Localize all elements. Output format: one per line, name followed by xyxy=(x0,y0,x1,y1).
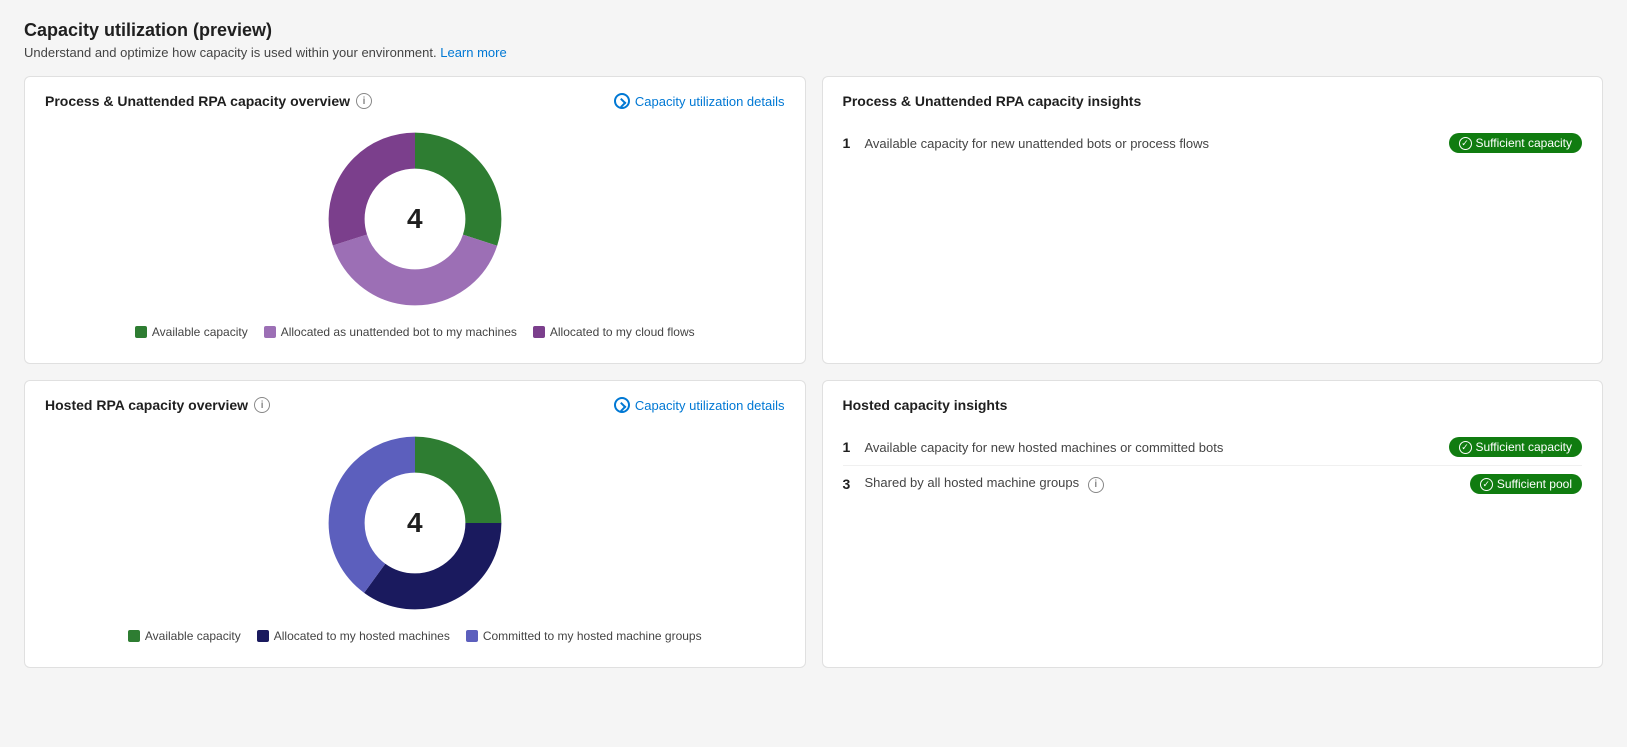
process-overview-title: Process & Unattended RPA capacity overvi… xyxy=(45,93,350,109)
hosted-insight-badge-label-2: Sufficient pool xyxy=(1497,477,1572,491)
hosted-overview-title: Hosted RPA capacity overview xyxy=(45,397,248,413)
process-insight-badge-1: ✓ Sufficient capacity xyxy=(1449,133,1583,153)
process-overview-donut: 4 xyxy=(325,129,505,309)
hosted-insight-row-2: 3 Shared by all hosted machine groups i … xyxy=(843,466,1583,502)
process-insight-badge-label-1: Sufficient capacity xyxy=(1476,136,1573,150)
hosted-badge-check-icon-2: ✓ xyxy=(1480,478,1493,491)
page-title: Capacity utilization (preview) xyxy=(24,20,1603,41)
legend-dot-unattended xyxy=(264,326,276,338)
hosted-overview-center-value: 4 xyxy=(407,507,423,539)
process-overview-legend: Available capacity Allocated as unattend… xyxy=(135,325,695,339)
hosted-overview-header: Hosted RPA capacity overview i Capacity … xyxy=(45,397,785,413)
hosted-insight-left-2: 3 Shared by all hosted machine groups i xyxy=(843,475,1104,493)
process-overview-details-link[interactable]: Capacity utilization details xyxy=(614,93,785,109)
hosted-insights-card: Hosted capacity insights 1 Available cap… xyxy=(822,380,1604,668)
hosted-legend-dot-machines xyxy=(257,630,269,642)
page-subtitle: Understand and optimize how capacity is … xyxy=(24,45,1603,60)
hosted-overview-legend: Available capacity Allocated to my hoste… xyxy=(128,629,702,643)
process-insights-card: Process & Unattended RPA capacity insigh… xyxy=(822,76,1604,364)
legend-item-unattended: Allocated as unattended bot to my machin… xyxy=(264,325,517,339)
hosted-overview-info-icon[interactable]: i xyxy=(254,397,270,413)
main-grid: Process & Unattended RPA capacity overvi… xyxy=(24,76,1603,668)
process-overview-details-label: Capacity utilization details xyxy=(635,94,785,109)
capacity-link-icon xyxy=(614,93,630,109)
hosted-overview-title-group: Hosted RPA capacity overview i xyxy=(45,397,270,413)
hosted-badge-check-icon-1: ✓ xyxy=(1459,441,1472,454)
legend-label-unattended: Allocated as unattended bot to my machin… xyxy=(281,325,517,339)
subtitle-text: Understand and optimize how capacity is … xyxy=(24,45,437,60)
hosted-overview-donut: 4 xyxy=(325,433,505,613)
learn-more-link[interactable]: Learn more xyxy=(440,45,506,60)
legend-item-available: Available capacity xyxy=(135,325,248,339)
hosted-insight-text-1: Available capacity for new hosted machin… xyxy=(865,440,1224,455)
legend-item-cloud: Allocated to my cloud flows xyxy=(533,325,695,339)
process-overview-header: Process & Unattended RPA capacity overvi… xyxy=(45,93,785,109)
hosted-insight-text-2: Shared by all hosted machine groups i xyxy=(865,475,1104,493)
process-insights-title: Process & Unattended RPA capacity insigh… xyxy=(843,93,1583,109)
process-overview-chart-container: 4 Available capacity Allocated as unatte… xyxy=(45,121,785,347)
hosted-overview-details-link[interactable]: Capacity utilization details xyxy=(614,397,785,413)
hosted-legend-dot-groups xyxy=(466,630,478,642)
legend-label-cloud: Allocated to my cloud flows xyxy=(550,325,695,339)
hosted-insight-badge-label-1: Sufficient capacity xyxy=(1476,440,1573,454)
legend-dot-cloud xyxy=(533,326,545,338)
hosted-overview-details-label: Capacity utilization details xyxy=(635,398,785,413)
hosted-capacity-link-icon xyxy=(614,397,630,413)
hosted-legend-item-machines: Allocated to my hosted machines xyxy=(257,629,450,643)
hosted-insight-number-1: 1 xyxy=(843,439,857,455)
process-overview-info-icon[interactable]: i xyxy=(356,93,372,109)
process-overview-card: Process & Unattended RPA capacity overvi… xyxy=(24,76,806,364)
hosted-legend-label-machines: Allocated to my hosted machines xyxy=(274,629,450,643)
hosted-legend-dot-available xyxy=(128,630,140,642)
process-insight-number-1: 1 xyxy=(843,135,857,151)
hosted-legend-item-groups: Committed to my hosted machine groups xyxy=(466,629,702,643)
process-insight-row-1: 1 Available capacity for new unattended … xyxy=(843,125,1583,161)
hosted-insights-title: Hosted capacity insights xyxy=(843,397,1583,413)
hosted-insight-badge-1: ✓ Sufficient capacity xyxy=(1449,437,1583,457)
hosted-legend-label-available: Available capacity xyxy=(145,629,241,643)
process-overview-center-value: 4 xyxy=(407,203,423,235)
process-overview-title-group: Process & Unattended RPA capacity overvi… xyxy=(45,93,372,109)
process-insight-text-1: Available capacity for new unattended bo… xyxy=(865,136,1209,151)
legend-dot-available xyxy=(135,326,147,338)
process-insight-left-1: 1 Available capacity for new unattended … xyxy=(843,135,1209,151)
hosted-insight-row-1: 1 Available capacity for new hosted mach… xyxy=(843,429,1583,466)
page-header: Capacity utilization (preview) Understan… xyxy=(24,20,1603,60)
badge-check-icon-1: ✓ xyxy=(1459,137,1472,150)
hosted-overview-card: Hosted RPA capacity overview i Capacity … xyxy=(24,380,806,668)
hosted-insight-info-icon-2[interactable]: i xyxy=(1088,477,1104,493)
hosted-insight-left-1: 1 Available capacity for new hosted mach… xyxy=(843,439,1224,455)
hosted-legend-item-available: Available capacity xyxy=(128,629,241,643)
hosted-overview-chart-container: 4 Available capacity Allocated to my hos… xyxy=(45,425,785,651)
legend-label-available: Available capacity xyxy=(152,325,248,339)
hosted-insight-badge-2: ✓ Sufficient pool xyxy=(1470,474,1582,494)
hosted-legend-label-groups: Committed to my hosted machine groups xyxy=(483,629,702,643)
hosted-insight-number-2: 3 xyxy=(843,476,857,492)
